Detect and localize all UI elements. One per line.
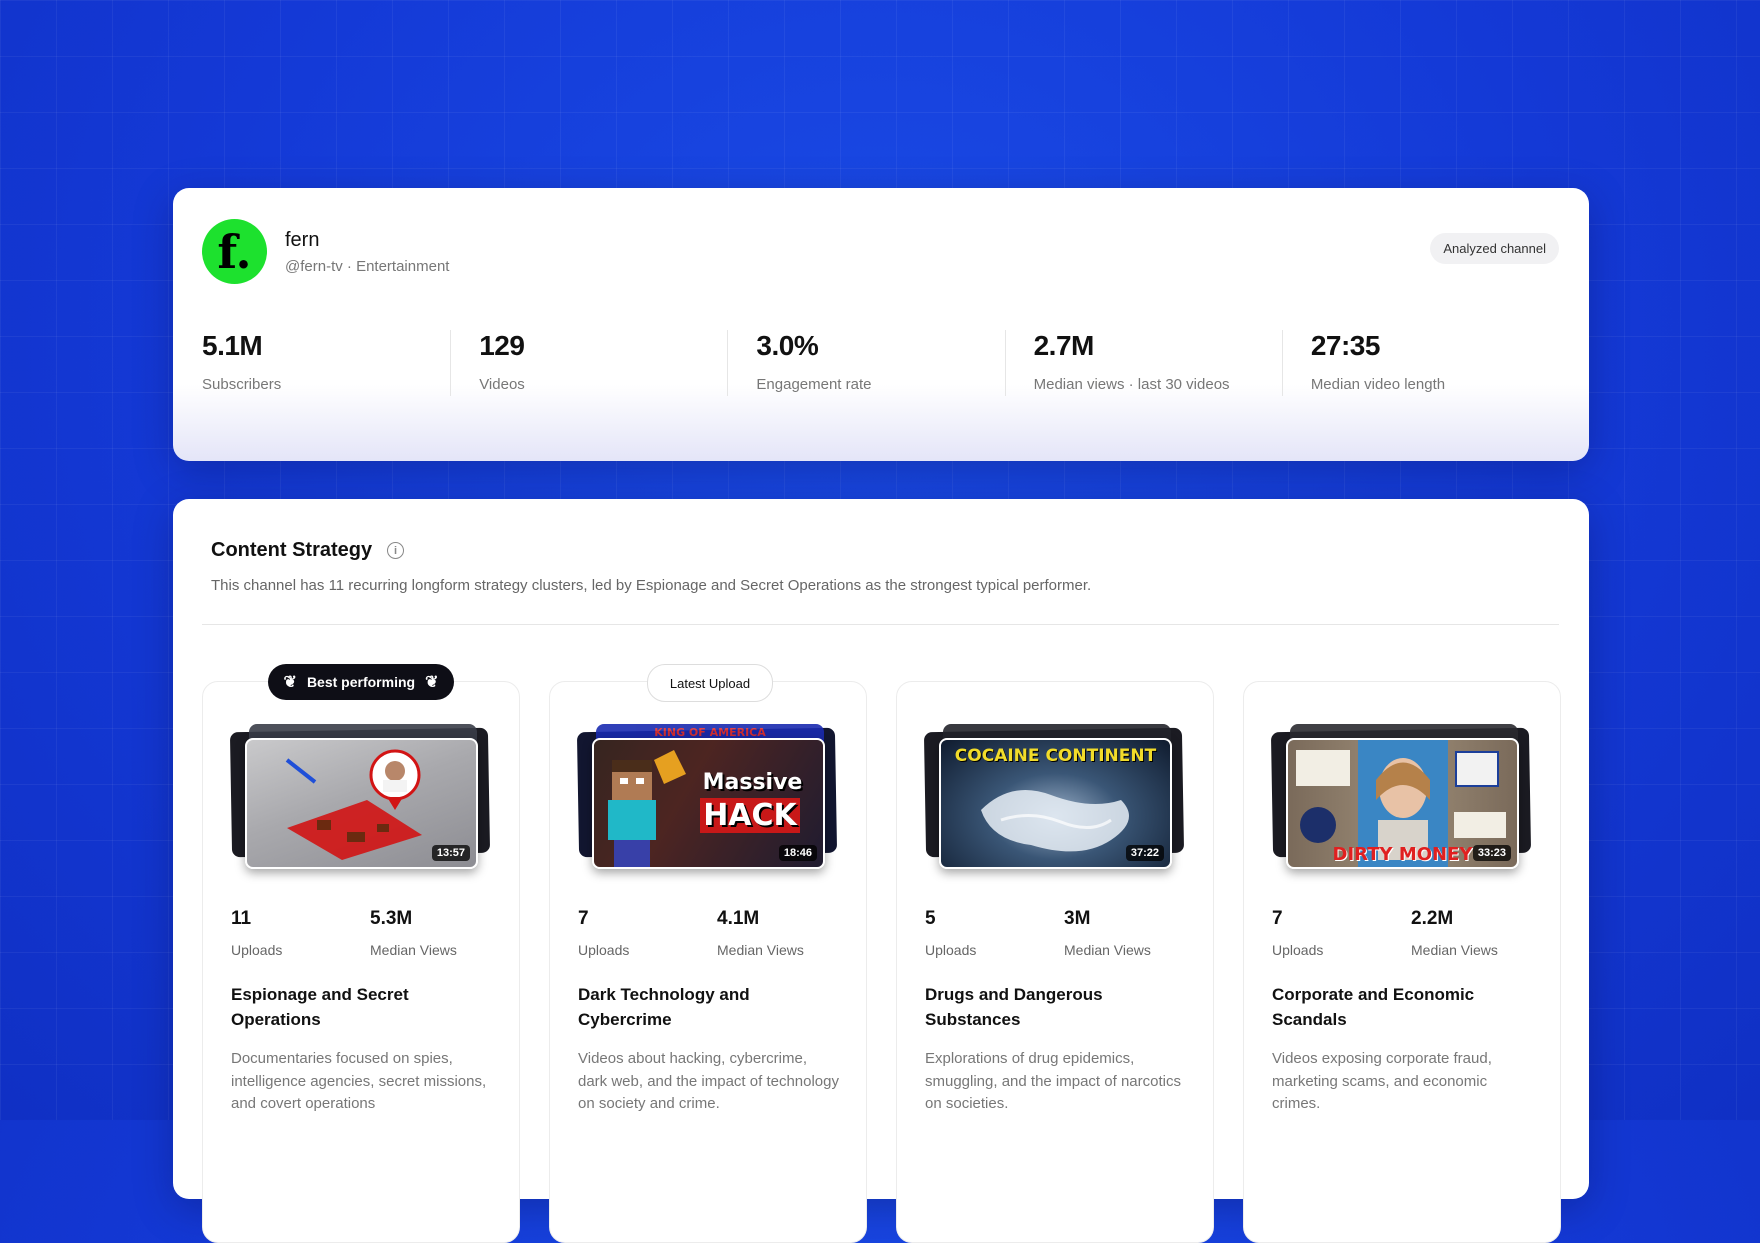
median-views-metric: 5.3M Median Views xyxy=(370,908,457,958)
thumbnail-caption-top: Massive xyxy=(702,770,803,795)
cluster-title: Dark Technology and Cybercrime xyxy=(578,985,750,1029)
stat-value: 2.7M xyxy=(1033,330,1095,361)
best-performing-badge: ❦ Best performing ❦ xyxy=(268,664,454,700)
stat-median-views: 2.7M Median views · last 30 videos xyxy=(1004,330,1282,396)
section-title: Content Strategy xyxy=(211,539,373,561)
median-views-value: 3M xyxy=(1064,908,1091,929)
stat-value: 3.0% xyxy=(756,330,819,361)
divider xyxy=(202,624,1559,625)
latest-upload-badge: Latest Upload xyxy=(647,664,773,702)
stat-label: Median video length xyxy=(1310,376,1446,393)
uploads-label: Uploads xyxy=(578,942,630,958)
cluster-metrics: 7 Uploads 2.2M Median Views xyxy=(1272,908,1542,968)
thumbnail-image: DIRTY MONEY 33:23 xyxy=(1286,738,1519,869)
cluster-card[interactable]: DIRTY MONEY 33:23 7 Uploads 2.2M Median … xyxy=(1243,681,1561,1243)
uploads-label: Uploads xyxy=(1272,942,1324,958)
uploads-metric: 7 Uploads xyxy=(578,908,629,958)
stat-label: Engagement rate xyxy=(756,376,872,393)
uploads-value: 7 xyxy=(578,908,589,929)
thumbnail-stack[interactable]: KING OF AMERICA Massive HACK 18:46 xyxy=(576,724,840,869)
uploads-value: 5 xyxy=(925,908,936,929)
cluster-metrics: 5 Uploads 3M Median Views xyxy=(925,908,1195,968)
cluster-metrics: 7 Uploads 4.1M Median Views xyxy=(578,908,848,968)
stat-median-length: 27:35 Median video length xyxy=(1281,330,1559,396)
thumbnail-image: COCAINE CONTINENT 37:22 xyxy=(939,738,1172,869)
video-duration: 37:22 xyxy=(1125,845,1164,861)
info-glyph: i xyxy=(393,544,398,557)
cluster-card[interactable]: COCAINE CONTINENT 37:22 5 Uploads 3M Med… xyxy=(896,681,1214,1243)
uploads-metric: 11 Uploads xyxy=(231,908,282,958)
uploads-value: 7 xyxy=(1272,908,1283,929)
uploads-label: Uploads xyxy=(925,942,977,958)
median-views-value: 2.2M xyxy=(1411,908,1454,929)
laurel-right-icon: ❦ xyxy=(425,674,439,691)
stat-engagement: 3.0% Engagement rate xyxy=(727,330,1004,396)
thumbnail-stack[interactable]: COCAINE CONTINENT 37:22 xyxy=(923,724,1187,869)
content-strategy-card: Content Strategy i This channel has 11 r… xyxy=(173,499,1589,1243)
uploads-value: 11 xyxy=(231,908,252,929)
thumbnail-image: 13:57 xyxy=(245,738,478,869)
uploads-metric: 7 Uploads xyxy=(1272,908,1323,958)
cluster-metrics: 11 Uploads 5.3M Median Views xyxy=(231,908,501,968)
thumbnail-caption: COCAINE CONTINENT xyxy=(954,746,1157,766)
video-duration: 33:23 xyxy=(1472,845,1511,861)
channel-overview-card: f. fern @fern-tv · Entertainment Analyze… xyxy=(173,188,1589,461)
thumbnail-image: Massive HACK 18:46 xyxy=(592,738,825,869)
avatar-letter: f. xyxy=(217,224,252,279)
stat-value: 27:35 xyxy=(1310,330,1381,361)
median-views-metric: 2.2M Median Views xyxy=(1411,908,1498,958)
stat-videos: 129 Videos xyxy=(450,330,727,396)
section-description: This channel has 11 recurring longform s… xyxy=(211,577,1092,594)
median-views-value: 5.3M xyxy=(370,908,413,929)
median-views-metric: 3M Median Views xyxy=(1064,908,1151,958)
cluster-description: Documentaries focused on spies, intellig… xyxy=(231,1050,487,1112)
median-views-label: Median Views xyxy=(1064,942,1151,958)
analyzed-channel-badge: Analyzed channel xyxy=(1430,233,1559,264)
stat-label: Videos xyxy=(479,376,525,393)
video-duration: 13:57 xyxy=(431,845,470,861)
cluster-description: Videos about hacking, cybercrime, dark w… xyxy=(578,1050,839,1112)
video-duration: 18:46 xyxy=(778,845,817,861)
uploads-metric: 5 Uploads xyxy=(925,908,976,958)
cluster-title: Drugs and Dangerous Substances xyxy=(925,985,1103,1029)
stat-value: 5.1M xyxy=(202,330,263,361)
median-views-value: 4.1M xyxy=(717,908,760,929)
cluster-card[interactable]: ❦ Best performing ❦ 13:57 11 Uploads 5.3… xyxy=(202,664,520,1243)
median-views-label: Median Views xyxy=(370,942,457,958)
strategy-clusters: ❦ Best performing ❦ 13:57 11 Uploads 5.3… xyxy=(202,664,1561,1243)
stat-label: Median views · last 30 videos xyxy=(1033,376,1230,393)
cluster-title: Espionage and Secret Operations xyxy=(231,985,409,1029)
thumbnail-stack[interactable]: 13:57 xyxy=(229,724,493,869)
cluster-title: Corporate and Economic Scandals xyxy=(1272,985,1475,1029)
cluster-description: Videos exposing corporate fraud, marketi… xyxy=(1272,1050,1492,1112)
badge-label: Best performing xyxy=(306,674,416,690)
stat-value: 129 xyxy=(479,330,525,361)
stat-label: Subscribers xyxy=(202,376,282,393)
channel-handle: @fern-tv · Entertainment xyxy=(285,258,450,275)
stat-subscribers: 5.1M Subscribers xyxy=(202,330,450,396)
median-views-label: Median Views xyxy=(717,942,804,958)
channel-name[interactable]: fern xyxy=(285,229,319,252)
channel-avatar[interactable]: f. xyxy=(202,219,267,284)
info-icon[interactable]: i xyxy=(387,542,404,559)
median-views-metric: 4.1M Median Views xyxy=(717,908,804,958)
cluster-card[interactable]: Latest Upload KING OF AMERICA Massive HA… xyxy=(549,664,867,1243)
uploads-label: Uploads xyxy=(231,942,283,958)
thumbnail-stack[interactable]: DIRTY MONEY 33:23 xyxy=(1270,724,1534,869)
thumbnail-caption-bottom: HACK xyxy=(700,798,800,833)
median-views-label: Median Views xyxy=(1411,942,1498,958)
channel-stats: 5.1M Subscribers 129 Videos 3.0% Engagem… xyxy=(202,330,1559,396)
cluster-description: Explorations of drug epidemics, smugglin… xyxy=(925,1050,1181,1112)
laurel-left-icon: ❦ xyxy=(283,674,297,691)
